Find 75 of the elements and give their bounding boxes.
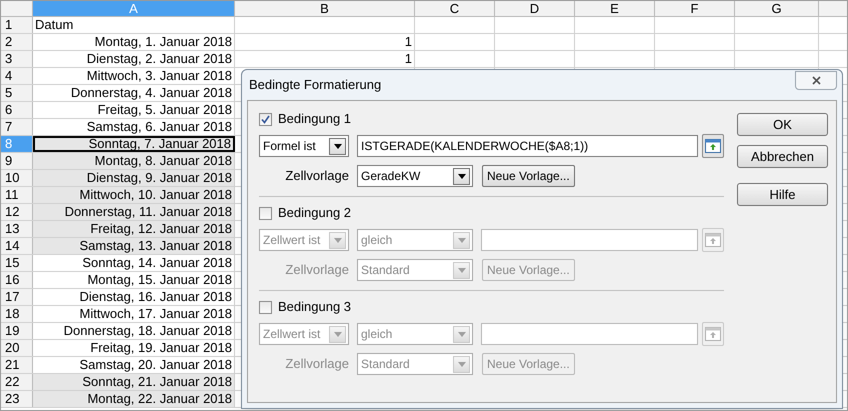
- row-header[interactable]: 10: [1, 170, 33, 186]
- column-header[interactable]: C: [415, 1, 495, 16]
- row-header[interactable]: 4: [1, 68, 33, 84]
- table-cell: Samstag, 13. Januar 2018: [33, 238, 235, 254]
- column-header[interactable]: D: [495, 1, 575, 16]
- row-header[interactable]: 7: [1, 119, 33, 135]
- row-header[interactable]: 5: [1, 85, 33, 101]
- row-header[interactable]: 13: [1, 221, 33, 237]
- table-cell: Montag, 22. Januar 2018: [33, 391, 235, 407]
- table-cell: Montag, 8. Januar 2018: [33, 153, 235, 169]
- row-header[interactable]: 6: [1, 102, 33, 118]
- column-header[interactable]: F: [655, 1, 735, 16]
- dialog-button[interactable]: Abbrechen: [737, 145, 828, 168]
- style-label: Zellvorlage: [284, 167, 349, 186]
- style-label: Zellvorlage: [284, 355, 349, 374]
- caret-icon: [334, 238, 342, 242]
- caret-icon: [458, 174, 466, 178]
- row-header[interactable]: 3: [1, 51, 33, 67]
- shrink-button[interactable]: [702, 228, 724, 252]
- row-header[interactable]: 2: [1, 34, 33, 50]
- row-header[interactable]: 1: [1, 17, 33, 33]
- table-cell: Mittwoch, 10. Januar 2018: [33, 187, 235, 203]
- dropdown[interactable]: Formel ist: [259, 135, 349, 157]
- dialog-button[interactable]: Hilfe: [737, 183, 828, 206]
- dropdown-button[interactable]: [329, 138, 346, 154]
- row-header[interactable]: 15: [1, 255, 33, 271]
- row-header[interactable]: 9: [1, 153, 33, 169]
- table-cell: Sonntag, 21. Januar 2018: [33, 374, 235, 390]
- table-cell: Datum: [33, 17, 235, 33]
- row-header[interactable]: 22: [1, 374, 33, 390]
- caret-icon: [458, 268, 466, 272]
- table-cell: 1: [235, 51, 415, 67]
- input-field[interactable]: ISTGERADE(KALENDERWOCHE($A8;1)): [357, 135, 698, 157]
- input-field[interactable]: [481, 229, 698, 251]
- row-header[interactable]: 11: [1, 187, 33, 203]
- row-header[interactable]: 18: [1, 306, 33, 322]
- row-header[interactable]: 12: [1, 204, 33, 220]
- column-header[interactable]: E: [575, 1, 655, 16]
- checkbox[interactable]: [259, 300, 272, 314]
- table-cell: Freitag, 12. Januar 2018: [33, 221, 235, 237]
- table-cell: 1: [235, 34, 415, 50]
- checkbox-label: Bedingung 2: [278, 204, 352, 222]
- caret-icon: [458, 238, 466, 242]
- checkbox[interactable]: [259, 112, 272, 126]
- column-header[interactable]: G: [735, 1, 819, 16]
- close-icon: [812, 76, 820, 84]
- row-header[interactable]: 14: [1, 238, 33, 254]
- check-icon: [261, 114, 270, 124]
- row-header[interactable]: 21: [1, 357, 33, 373]
- table-cell: Dienstag, 9. Januar 2018: [33, 170, 235, 186]
- window-title: Bedingte Formatierung: [248, 76, 382, 94]
- row-header[interactable]: 23: [1, 391, 33, 407]
- dialog-button[interactable]: OK: [737, 113, 828, 136]
- caret-icon: [334, 332, 342, 336]
- shrink-button[interactable]: [702, 322, 724, 346]
- new-style-button[interactable]: Neue Vorlage...: [482, 165, 575, 187]
- shrink-button[interactable]: [702, 134, 724, 158]
- checkbox[interactable]: [259, 206, 272, 220]
- caret-icon: [458, 332, 466, 336]
- dropdown-button[interactable]: [453, 168, 470, 184]
- row-header[interactable]: 17: [1, 289, 33, 305]
- row-header[interactable]: 16: [1, 272, 33, 288]
- checkbox-label: Bedingung 3: [278, 298, 352, 316]
- input-field[interactable]: [481, 323, 698, 345]
- column-header[interactable]: B: [235, 1, 415, 16]
- dropdown[interactable]: GeradeKW: [357, 165, 473, 187]
- checkbox-label: Bedingung 1: [278, 110, 352, 128]
- style-label: Zellvorlage: [284, 261, 349, 280]
- caret-icon: [458, 362, 466, 366]
- row-header[interactable]: 20: [1, 340, 33, 356]
- close-button[interactable]: [795, 70, 837, 90]
- table-cell: Sonntag, 7. Januar 2018: [33, 136, 235, 152]
- table-cell: Donnerstag, 11. Januar 2018: [33, 204, 235, 220]
- caret-icon: [334, 144, 342, 148]
- row-header[interactable]: 19: [1, 323, 33, 339]
